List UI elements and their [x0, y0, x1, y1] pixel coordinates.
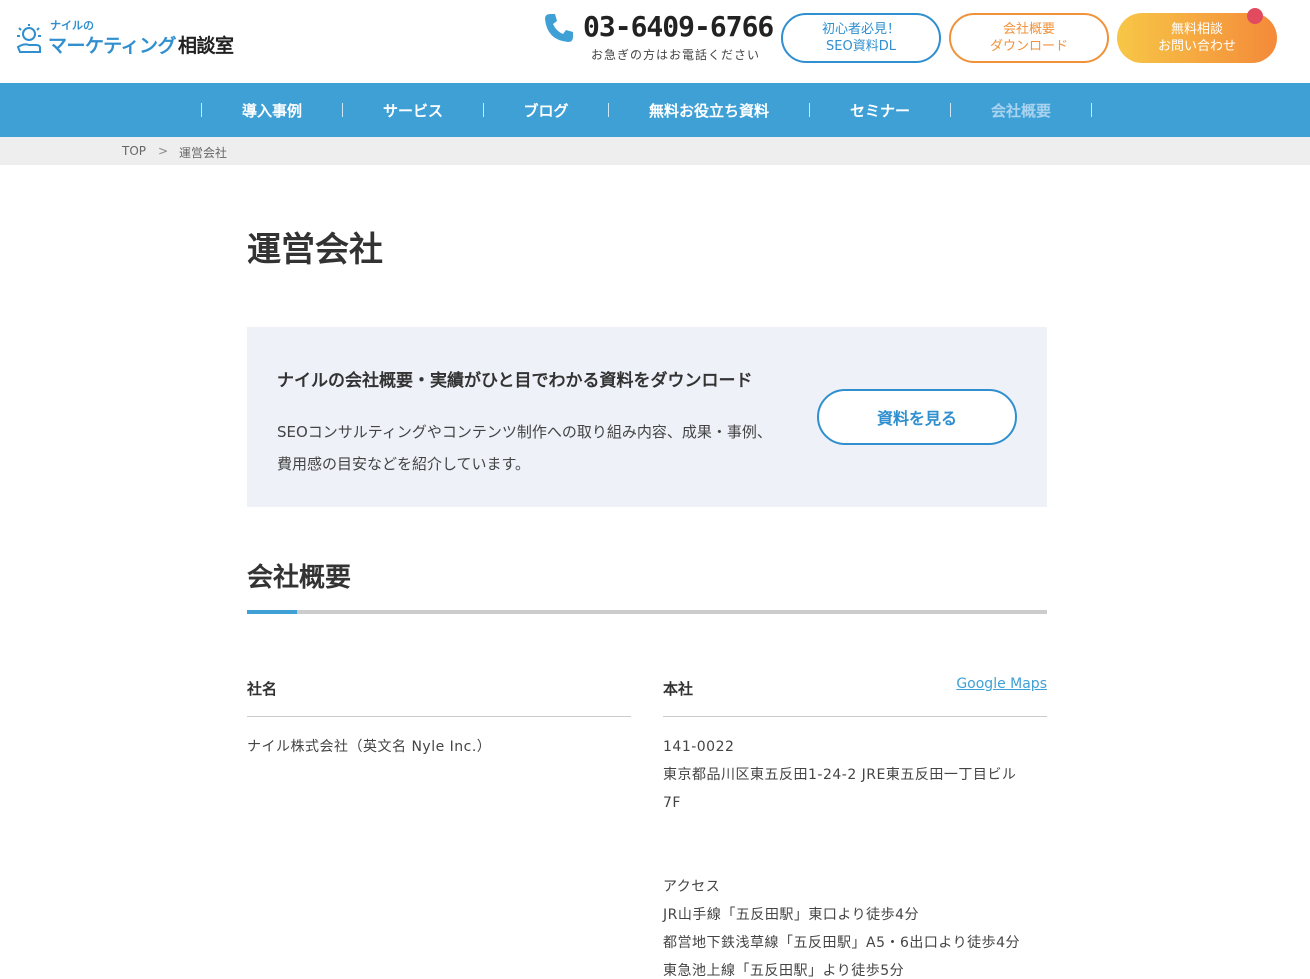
nav-item-resources[interactable]: 無料お役立ち資料 — [609, 100, 809, 121]
seo-material-button[interactable]: 初心者必見！ SEO資料DL — [781, 13, 941, 63]
address-line2: 7F — [663, 795, 681, 811]
notification-dot — [1247, 8, 1263, 24]
google-maps-link[interactable]: Google Maps — [956, 676, 1047, 692]
nav-separator — [1091, 103, 1092, 117]
headquarters-block: 本社 Google Maps 141-0022 東京都品川区東五反田1-24-2… — [663, 670, 1047, 979]
logo-title-dark: 相談室 — [177, 35, 234, 57]
site-header: ナイルの マーケティング 相談室 03-6409-6766 お急ぎの方はお電話くだ… — [0, 0, 1310, 83]
seo-button-line2: SEO資料DL — [826, 39, 896, 54]
address-line1: 東京都品川区東五反田1-24-2 JRE東五反田一丁目ビル — [663, 767, 1017, 783]
nav-list: 導入事例 サービス ブログ 無料お役立ち資料 セミナー 会社概要 — [201, 83, 1092, 137]
access-line1: JR山手線「五反田駅」東口より徒歩4分 — [663, 907, 919, 923]
nav-item-services[interactable]: サービス — [343, 100, 483, 121]
main-nav: 導入事例 サービス ブログ 無料お役立ち資料 セミナー 会社概要 — [0, 83, 1310, 137]
download-button-line1: 会社概要 — [1002, 22, 1055, 37]
nav-item-seminar[interactable]: セミナー — [810, 100, 950, 121]
cta-title: ナイルの会社概要・実績がひと目でわかる資料をダウンロード — [277, 371, 753, 391]
section-divider-accent — [247, 610, 297, 614]
access-line2: 都営地下鉄浅草線「五反田駅」A5・6出口より徒歩4分 — [663, 935, 1021, 951]
chevron-right-icon: > — [158, 144, 169, 158]
breadcrumb-top-link[interactable]: TOP — [122, 144, 146, 158]
company-name-header: 社名 — [247, 670, 631, 717]
page-title: 運営会社 — [247, 230, 383, 270]
cta-description-line1: SEOコンサルティングやコンテンツ制作への取り組み内容、成果・事例、 — [277, 423, 772, 441]
company-overview-title: 会社概要 — [247, 563, 352, 593]
breadcrumb: TOP > 運営会社 — [0, 137, 1310, 165]
nav-item-case-studies[interactable]: 導入事例 — [202, 100, 342, 121]
contact-button-line2: お問い合わせ — [1157, 39, 1236, 54]
access-line3: 東急池上線「五反田駅」より徒歩5分 — [663, 963, 905, 979]
contact-button-line1: 無料相談 — [1170, 22, 1223, 37]
logo-title-blue: マーケティング — [48, 35, 176, 57]
nav-item-blog[interactable]: ブログ — [484, 100, 608, 121]
phone-note: お急ぎの方はお電話ください — [590, 48, 760, 62]
logo-title: マーケティング 相談室 — [48, 31, 234, 58]
postal-code: 141-0022 — [663, 739, 735, 755]
headquarters-body: 141-0022 東京都品川区東五反田1-24-2 JRE東五反田一丁目ビル 7… — [663, 717, 1047, 979]
company-download-button[interactable]: 会社概要 ダウンロード — [949, 13, 1109, 63]
site-logo[interactable]: ナイルの マーケティング 相談室 — [16, 17, 234, 59]
company-name-label: 社名 — [247, 680, 278, 698]
section-divider — [247, 610, 1047, 614]
phone-number[interactable]: 03-6409-6766 — [583, 10, 774, 43]
cta-description-line2: 費用感の目安などを紹介しています。 — [277, 455, 531, 473]
view-material-button[interactable]: 資料を見る — [817, 389, 1017, 445]
company-name-value: ナイル株式会社（英文名 Nyle Inc.） — [247, 739, 492, 755]
cta-description: SEOコンサルティングやコンテンツ制作への取り組み内容、成果・事例、 費用感の目… — [277, 416, 777, 480]
breadcrumb-current: 運営会社 — [179, 146, 228, 160]
seo-button-line1: 初心者必見！ — [821, 22, 900, 37]
download-button-line2: ダウンロード — [989, 39, 1068, 54]
nav-item-company[interactable]: 会社概要 — [951, 100, 1091, 121]
download-cta-box: ナイルの会社概要・実績がひと目でわかる資料をダウンロード SEOコンサルティング… — [247, 327, 1047, 507]
phone-contact[interactable]: 03-6409-6766 お急ぎの方はお電話ください — [543, 10, 774, 66]
lightbulb-hand-icon — [16, 24, 41, 53]
access-label: アクセス — [663, 879, 721, 895]
headquarters-header: 本社 Google Maps — [663, 670, 1047, 717]
company-name-body: ナイル株式会社（英文名 Nyle Inc.） — [247, 717, 631, 761]
headquarters-label: 本社 — [663, 680, 694, 698]
company-name-block: 社名 ナイル株式会社（英文名 Nyle Inc.） — [247, 670, 631, 761]
phone-icon — [545, 14, 573, 42]
